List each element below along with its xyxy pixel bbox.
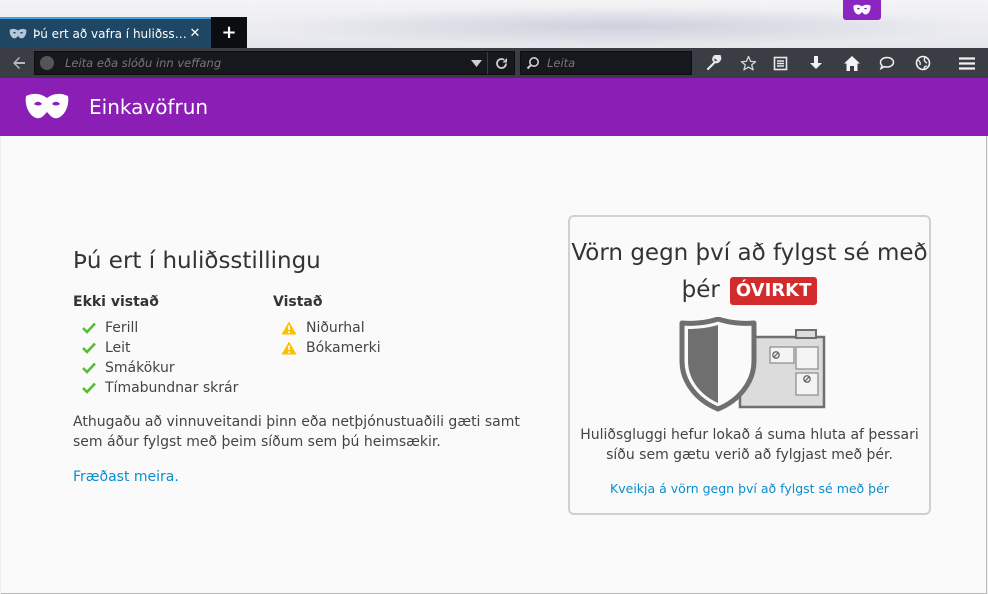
- list-item: Bókamerki: [273, 338, 381, 358]
- list-item: Tímabundnar skrár: [74, 378, 238, 398]
- reload-icon: [496, 57, 507, 69]
- navigation-toolbar: Leita eða slóðu inn veffang Leita: [0, 48, 988, 78]
- reload-button[interactable]: [487, 52, 515, 74]
- globe-icon: [915, 55, 931, 71]
- privacy-note: Athugaðu að vinnuveitandi þinn eða netþj…: [73, 414, 520, 450]
- list-item: Smákökur: [74, 358, 238, 378]
- mask-icon: [25, 93, 69, 119]
- tracking-protection-heading: Vörn gegn því að fylgst sé með þér ÓVIRKT: [570, 235, 929, 309]
- search-bar[interactable]: Leita: [520, 51, 692, 75]
- home-icon: [844, 55, 860, 71]
- saved-heading: Vistað: [273, 294, 323, 310]
- open-menu-button[interactable]: [952, 51, 982, 75]
- list-item-label: Tímabundnar skrár: [105, 380, 239, 396]
- tracking-protection-description: Huliðsgluggi hefur lokað á suma hluta af…: [580, 427, 919, 463]
- url-bar[interactable]: Leita eða slóðu inn veffang: [34, 51, 515, 75]
- browser-globe-button[interactable]: [909, 51, 937, 75]
- search-input[interactable]: Leita: [547, 56, 575, 70]
- list-item-label: Bókamerki: [306, 340, 381, 356]
- not-saved-heading: Ekki vistað: [73, 294, 159, 310]
- list-item: Ferill: [74, 318, 238, 338]
- list-item-label: Niðurhal: [306, 320, 365, 336]
- tab-title: Þú ert að vafra í huliðsstillingu — Mozi…: [33, 26, 187, 41]
- active-tab[interactable]: Þú ert að vafra í huliðsstillingu — Mozi…: [0, 17, 211, 48]
- search-icon: [526, 57, 539, 70]
- saved-list: Niðurhal Bókamerki: [273, 318, 381, 358]
- back-icon: [13, 57, 25, 69]
- url-input[interactable]: Leita eða slóðu inn veffang: [65, 56, 221, 70]
- tracking-protection-panel: Vörn gegn því að fylgst sé með þér ÓVIRKT…: [568, 215, 931, 515]
- learn-more-link[interactable]: Fræðast meira.: [73, 469, 179, 485]
- list-item: Niðurhal: [273, 318, 381, 338]
- list-item-label: Leit: [105, 340, 131, 356]
- history-dropdown-button[interactable]: [465, 52, 487, 74]
- site-identity-icon[interactable]: [40, 56, 54, 70]
- star-icon: [740, 55, 756, 71]
- bookmark-star-button[interactable]: [734, 51, 762, 75]
- check-icon: [82, 382, 96, 394]
- list-item: Leit: [74, 338, 238, 358]
- downloads-button[interactable]: [802, 51, 830, 75]
- private-browsing-indicator: [843, 0, 881, 20]
- check-icon: [82, 322, 96, 334]
- download-icon: [810, 55, 822, 69]
- not-saved-list: Ferill Leit Smákökur Tímabundnar skrár: [74, 318, 238, 398]
- list-item-label: Smákökur: [105, 360, 175, 376]
- tracking-protection-illustration: [679, 317, 826, 412]
- warning-icon: [281, 321, 297, 335]
- mask-icon: [853, 4, 871, 15]
- page-title: Einkavöfrun: [89, 95, 209, 119]
- menu-icon: [959, 56, 975, 70]
- chat-button[interactable]: [873, 51, 901, 75]
- developer-tools-button[interactable]: [700, 51, 728, 75]
- private-browsing-header: Einkavöfrun: [0, 78, 988, 136]
- dropdown-arrow-icon: [470, 59, 482, 67]
- reader-icon: [773, 56, 787, 70]
- new-tab-button[interactable]: +: [211, 17, 247, 48]
- status-badge: ÓVIRKT: [729, 276, 818, 305]
- private-mode-heading: Þú ert í huliðsstillingu: [73, 248, 321, 274]
- chat-icon: [879, 56, 895, 70]
- wrench-icon: [706, 55, 722, 71]
- list-item-label: Ferill: [105, 320, 139, 336]
- reading-list-button[interactable]: [766, 51, 794, 75]
- check-icon: [82, 362, 96, 374]
- back-button[interactable]: [6, 51, 32, 75]
- warning-icon: [281, 341, 297, 355]
- mask-icon: [9, 28, 27, 38]
- tab-close-icon[interactable]: ✕: [187, 26, 203, 42]
- check-icon: [82, 342, 96, 354]
- enable-tracking-protection-link[interactable]: Kveikja á vörn gegn því að fylgst sé með…: [570, 481, 929, 496]
- title-bar: Þú ert að vafra í huliðsstillingu — Mozi…: [0, 0, 988, 48]
- page-content: Þú ert í huliðsstillingu Ekki vistað Fer…: [1, 136, 987, 594]
- home-button[interactable]: [838, 51, 866, 75]
